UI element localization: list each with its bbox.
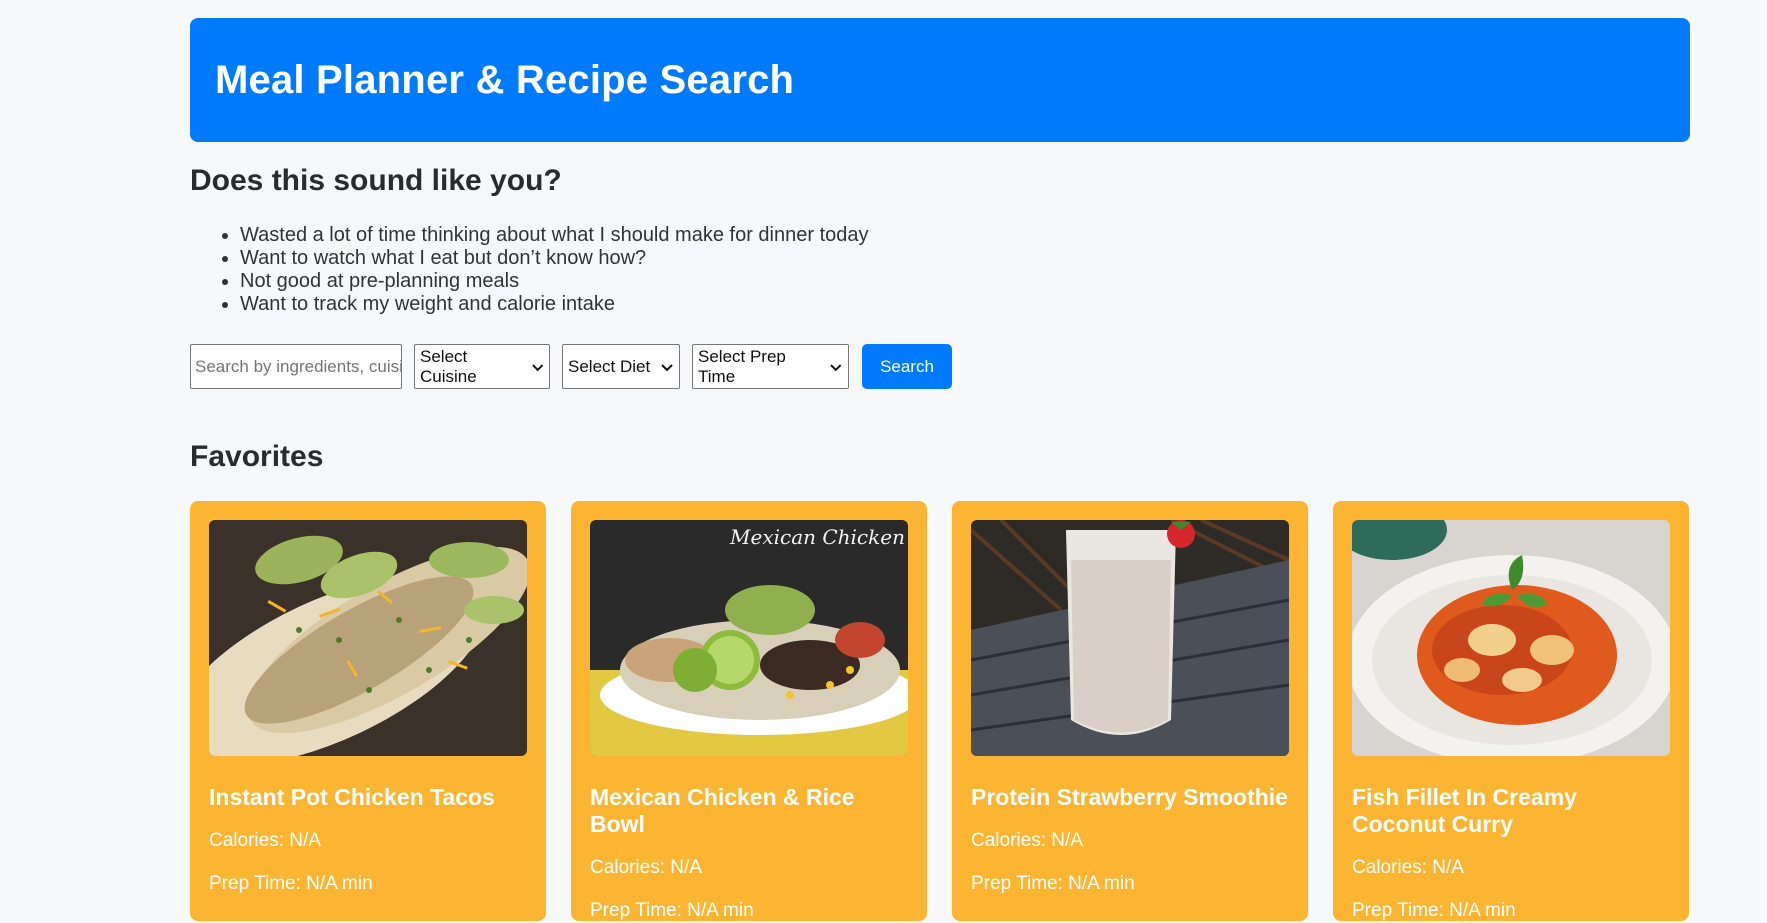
recipe-title[interactable]: Mexican Chicken & Rice Bowl — [590, 784, 908, 838]
recipe-calories: Calories: N/A — [209, 830, 321, 851]
list-item: Want to watch what I eat but don’t know … — [240, 247, 1690, 270]
chevron-down-icon — [661, 363, 673, 371]
recipe-calories: Calories: N/A — [971, 830, 1083, 851]
intro-section: Does this sound like you? Wasted a lot o… — [190, 164, 1690, 316]
rice-bowl-photo-caption: Mexican Chicken & Rice Bowl — [729, 525, 908, 549]
prep-time-select-value: Select Prep Time — [698, 346, 786, 386]
diet-select[interactable]: Select Diet — [562, 344, 680, 389]
prep-time-select[interactable]: Select Prep Time — [692, 344, 849, 389]
recipe-prep-time: Prep Time: N/A min — [971, 873, 1135, 894]
list-item: Not good at pre-planning meals — [240, 270, 1690, 293]
recipe-card[interactable]: Instant Pot Chicken Tacos Calories: N/A … — [190, 501, 546, 921]
chicken-tacos-photo — [209, 520, 527, 756]
recipe-prep-time: Prep Time: N/A min — [209, 873, 373, 894]
recipe-title[interactable]: Fish Fillet In Creamy Coconut Curry — [1352, 784, 1670, 838]
favorites-grid: Instant Pot Chicken Tacos Calories: N/A … — [190, 501, 1690, 921]
list-item: Want to track my weight and calorie inta… — [240, 293, 1690, 316]
recipe-prep-time: Prep Time: N/A min — [1352, 900, 1516, 921]
chevron-down-icon — [830, 363, 842, 371]
intro-list: Wasted a lot of time thinking about what… — [190, 224, 1690, 316]
recipe-card[interactable]: Mexican Chicken & Rice Bowl Mexican Chic… — [571, 501, 927, 921]
recipe-prep-time: Prep Time: N/A min — [590, 900, 754, 921]
cuisine-select-value: Select Cuisine — [420, 346, 477, 386]
rice-bowl-photo: Mexican Chicken & Rice Bowl — [590, 520, 908, 756]
page-header: Meal Planner & Recipe Search — [190, 18, 1690, 142]
recipe-card[interactable]: Fish Fillet In Creamy Coconut Curry Calo… — [1333, 501, 1689, 921]
list-item: Wasted a lot of time thinking about what… — [240, 224, 1690, 247]
recipe-title[interactable]: Protein Strawberry Smoothie — [971, 784, 1289, 811]
search-input[interactable] — [190, 344, 402, 389]
smoothie-photo — [971, 520, 1289, 756]
page-title: Meal Planner & Recipe Search — [215, 57, 795, 102]
cuisine-select[interactable]: Select Cuisine — [414, 344, 550, 389]
curry-photo — [1352, 520, 1670, 756]
chevron-down-icon — [531, 363, 543, 371]
favorites-heading: Favorites — [190, 440, 324, 473]
recipe-title[interactable]: Instant Pot Chicken Tacos — [209, 784, 527, 811]
recipe-calories: Calories: N/A — [590, 857, 702, 878]
page: Meal Planner & Recipe Search Does this s… — [190, 18, 1690, 921]
search-bar: Select Cuisine Select Diet Select Prep T… — [190, 344, 1690, 389]
search-button[interactable]: Search — [862, 344, 952, 389]
recipe-calories: Calories: N/A — [1352, 857, 1464, 878]
intro-heading: Does this sound like you? — [190, 164, 562, 197]
recipe-card[interactable]: Protein Strawberry Smoothie Calories: N/… — [952, 501, 1308, 921]
diet-select-value: Select Diet — [568, 356, 651, 376]
